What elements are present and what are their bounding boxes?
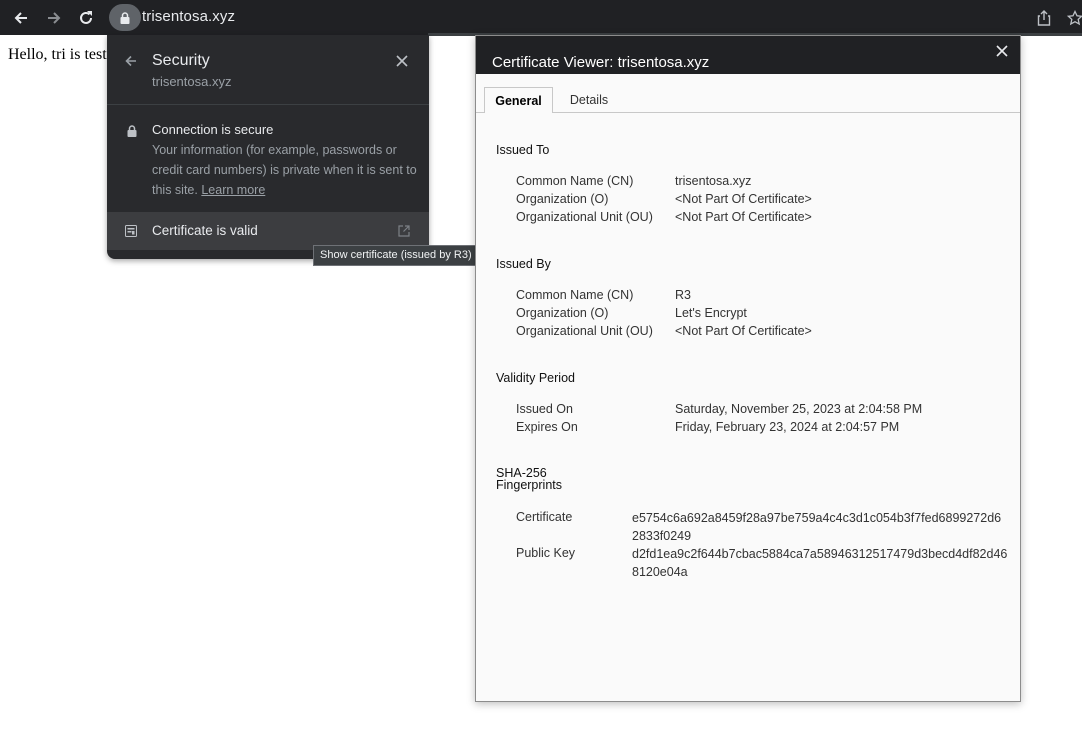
field-value: <Not Part Of Certificate>: [675, 210, 812, 224]
certificate-label: Certificate is valid: [152, 223, 258, 238]
learn-more-link[interactable]: Learn more: [201, 183, 265, 197]
star-icon: [1067, 10, 1082, 26]
arrow-right-icon: [48, 12, 61, 24]
issued-by-heading: Issued By: [496, 257, 551, 271]
close-icon: [996, 45, 1008, 57]
arrow-left-icon: [14, 12, 27, 24]
security-popup: Security trisentosa.xyz Connection is se…: [107, 35, 429, 259]
certificate-viewer-dialog: Certificate Viewer: trisentosa.xyz Gener…: [475, 35, 1021, 702]
fingerprints-heading: SHA-256 Fingerprints: [496, 467, 562, 492]
field-value: R3: [675, 288, 691, 302]
forward-button[interactable]: [41, 5, 67, 31]
share-icon: [1037, 10, 1051, 26]
field-label: Certificate: [516, 510, 573, 524]
field-label: Expires On: [516, 420, 578, 434]
fingerprint-value: d2fd1ea9c2f644b7cbac5884ca7a589463125174…: [632, 547, 1008, 579]
field-label: Organizational Unit (OU): [516, 324, 653, 338]
url-text[interactable]: trisentosa.xyz: [142, 8, 235, 25]
share-button[interactable]: [1033, 7, 1055, 29]
field-label: Organization (O): [516, 306, 609, 320]
arrow-left-icon: [125, 55, 136, 67]
site-info-button[interactable]: [109, 4, 141, 31]
field-value: trisentosa.xyz: [675, 174, 752, 188]
field-label: Issued On: [516, 402, 573, 416]
browser-toolbar: trisentosa.xyz: [0, 0, 1082, 36]
field-value: Friday, February 23, 2024 at 2:04:57 PM: [675, 420, 900, 434]
tab-bar-line: [476, 112, 1020, 113]
field-value: Saturday, November 25, 2023 at 2:04:58 P…: [675, 402, 923, 416]
back-button[interactable]: [124, 54, 138, 73]
reload-button[interactable]: [73, 5, 99, 31]
close-icon: [396, 55, 408, 67]
fingerprints-heading-line2: Fingerprints: [496, 478, 562, 492]
field-label: Organization (O): [516, 192, 609, 206]
popup-title: Security: [152, 52, 210, 69]
address-bar[interactable]: [106, 2, 1082, 33]
certificate-tooltip: Show certificate (issued by R3): [313, 245, 479, 266]
fingerprint-value: e5754c6a692a8459f28a97be759a4c4c3d1c054b…: [632, 511, 1002, 543]
field-label: Common Name (CN): [516, 174, 634, 188]
tab-details[interactable]: Details: [560, 87, 618, 113]
field-label: Organizational Unit (OU): [516, 210, 653, 224]
tab-general[interactable]: General: [484, 87, 553, 113]
lock-icon: [120, 11, 130, 24]
external-link-icon: [398, 224, 410, 242]
field-value: <Not Part Of Certificate>: [675, 192, 812, 206]
lock-icon: [127, 124, 137, 142]
certificate-icon: [125, 224, 137, 242]
popup-subtitle: trisentosa.xyz: [152, 74, 232, 89]
page-body-text: Hello, tri is test: [8, 46, 107, 63]
field-value: <Not Part Of Certificate>: [675, 324, 812, 338]
validity-heading: Validity Period: [496, 371, 575, 385]
field-label: Public Key: [516, 546, 576, 560]
field-label: Common Name (CN): [516, 288, 634, 302]
bookmark-button[interactable]: [1064, 7, 1082, 29]
back-button[interactable]: [8, 5, 34, 31]
dialog-title: Certificate Viewer: trisentosa.xyz: [492, 54, 710, 71]
connection-status: Connection is secure: [152, 122, 274, 137]
divider: [107, 104, 429, 105]
issued-to-heading: Issued To: [496, 143, 550, 157]
field-value: Let's Encrypt: [675, 306, 747, 320]
reload-icon: [80, 11, 92, 24]
connection-description: Your information (for example, passwords…: [152, 140, 420, 200]
close-button[interactable]: [396, 54, 408, 72]
close-button[interactable]: [996, 44, 1008, 62]
connection-description-text: Your information (for example, passwords…: [152, 143, 417, 197]
